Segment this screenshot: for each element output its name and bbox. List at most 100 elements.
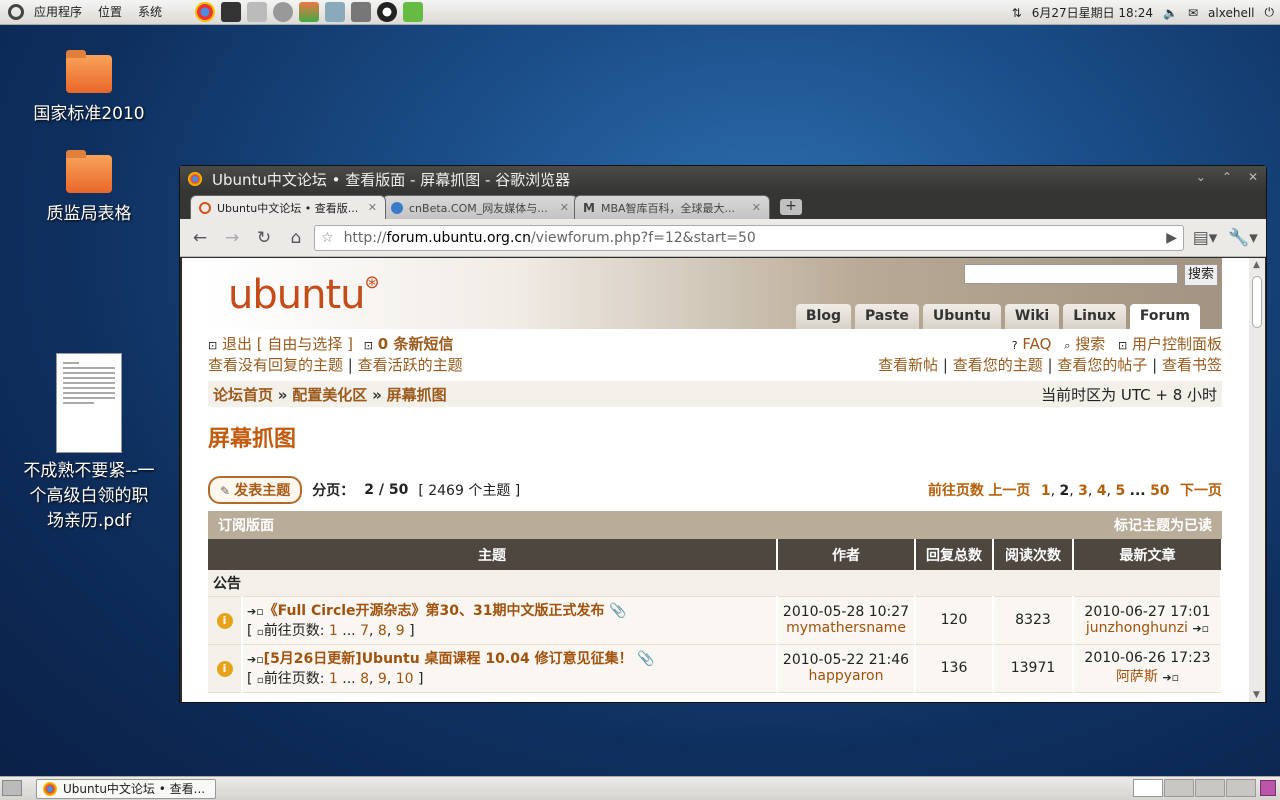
subscribe-link[interactable]: 订阅版面 [218, 515, 274, 535]
ubuntu-menu-icon[interactable] [8, 4, 24, 20]
page-link-5[interactable]: 5 [1115, 483, 1125, 499]
home-icon[interactable]: ⌂ [282, 224, 310, 252]
topic-page-link[interactable]: 10 [396, 671, 414, 687]
scroll-up-icon[interactable]: ▲ [1253, 260, 1260, 270]
page-menu-icon[interactable]: ▤▾ [1188, 224, 1222, 252]
network-icon[interactable]: ⇅ [1012, 6, 1022, 20]
close-icon[interactable]: ✕ [1248, 170, 1258, 184]
back-icon[interactable]: ← [186, 224, 214, 252]
tab-close-icon[interactable]: ✕ [560, 201, 569, 214]
taskbar-item-browser[interactable]: Ubuntu中文论坛 • 查看... [36, 778, 216, 799]
topic-page-link[interactable]: 1 [329, 623, 338, 639]
crumb-category[interactable]: 配置美化区 [292, 386, 367, 404]
crumb-forum[interactable]: 屏幕抓图 [387, 386, 447, 404]
workspace-3[interactable] [1195, 779, 1225, 797]
goto-newest-icon[interactable]: ➔▫ [247, 605, 264, 618]
go-icon[interactable]: ▶ [1166, 230, 1177, 246]
topic-page-link[interactable]: 8 [378, 623, 387, 639]
topic-page-link[interactable]: 9 [378, 671, 387, 687]
topic-title-link[interactable]: [5月26日更新]Ubuntu 桌面课程 10.04 修订意见征集！ [264, 651, 633, 667]
new-posts-link[interactable]: 查看新帖 [878, 356, 938, 374]
topic-page-link[interactable]: 8 [360, 671, 369, 687]
bookmarks-link[interactable]: 查看书签 [1162, 356, 1222, 374]
forum-search-button[interactable]: 搜索 [1184, 264, 1218, 286]
active-topics-link[interactable]: 查看活跃的主题 [358, 356, 463, 374]
monitor-launcher-icon[interactable] [299, 2, 320, 22]
topic-page-link[interactable]: 1 [329, 671, 338, 687]
trash-icon[interactable] [1260, 780, 1276, 796]
page-link-50[interactable]: 50 [1150, 483, 1169, 499]
ubuntu-logo[interactable]: ubuntu⊛ [228, 272, 380, 318]
last-author-link[interactable]: 阿萨斯 [1116, 669, 1158, 685]
page-link-1[interactable]: 1 [1041, 483, 1051, 499]
topic-page-link[interactable]: 9 [396, 623, 405, 639]
page-title[interactable]: 屏幕抓图 [208, 421, 1222, 471]
author-link[interactable]: mymathersname [778, 620, 914, 636]
logout-link[interactable]: 退出 [ 自由与选择 ] [222, 335, 353, 353]
nav-blog[interactable]: Blog [795, 304, 852, 329]
search-link[interactable]: 搜索 [1075, 335, 1105, 353]
workspace-2[interactable] [1164, 779, 1194, 797]
your-topics-link[interactable]: 查看您的主题 [953, 356, 1043, 374]
nav-linux[interactable]: Linux [1063, 304, 1126, 329]
view-latest-icon[interactable]: ➔▫ [1162, 671, 1179, 684]
goto-page-link[interactable]: 前往页数 [928, 483, 984, 499]
desktop-icon-forms[interactable]: 质监局表格 [24, 150, 154, 224]
nav-forum[interactable]: Forum [1129, 304, 1200, 329]
chrome-launcher-icon[interactable] [195, 2, 216, 22]
tab-close-icon[interactable]: ✕ [368, 201, 377, 214]
terminal-launcher-icon[interactable] [221, 2, 242, 22]
new-pm-link[interactable]: 0 条新短信 [378, 335, 454, 353]
next-page-link[interactable]: 下一页 [1180, 483, 1222, 499]
new-topic-button[interactable]: ✎ 发表主题 [208, 476, 303, 504]
show-desktop-icon[interactable] [2, 780, 22, 796]
tab-close-icon[interactable]: ✕ [752, 201, 761, 214]
forward-icon[interactable]: → [218, 224, 246, 252]
ucp-link[interactable]: 用户控制面板 [1132, 335, 1222, 353]
reload-icon[interactable]: ↻ [250, 224, 278, 252]
tab-ubuntu-forum[interactable]: Ubuntu中文论坛 • 查看版... ✕ [190, 195, 386, 219]
mark-read-link[interactable]: 标记主题为已读 [1114, 515, 1212, 535]
window-titlebar[interactable]: Ubuntu中文论坛 • 查看版面 - 屏幕抓图 - 谷歌浏览器 ⌄ ⌃ ✕ [180, 166, 1266, 192]
view-latest-icon[interactable]: ➔▫ [1192, 622, 1209, 635]
star-icon[interactable]: ☆ [321, 230, 334, 246]
menu-system[interactable]: 系统 [130, 0, 170, 25]
app-launcher-icon[interactable] [403, 2, 424, 22]
desktop-icon-pdf[interactable]: 不成熟不要紧--一个高级白领的职场亲历.pdf [22, 353, 156, 534]
clock[interactable]: 6月27日星期日 18:24 [1032, 4, 1153, 21]
mail-icon[interactable]: ✉ [1188, 6, 1198, 20]
crumb-home[interactable]: 论坛首页 [213, 386, 273, 404]
address-bar[interactable]: ☆ http://forum.ubuntu.org.cn/viewforum.p… [314, 224, 1184, 251]
menu-applications[interactable]: 应用程序 [26, 0, 90, 25]
workspace-1[interactable] [1133, 779, 1163, 797]
disk-launcher-icon[interactable] [273, 2, 294, 22]
qq-launcher-icon[interactable] [377, 2, 398, 22]
workspace-4[interactable] [1226, 779, 1256, 797]
power-icon[interactable]: ⏻ [1265, 5, 1275, 20]
workspace-switcher[interactable] [1133, 779, 1256, 797]
desktop-icon-standards[interactable]: 国家标准2010 [24, 50, 154, 124]
page-link-3[interactable]: 3 [1078, 483, 1088, 499]
topic-title-link[interactable]: 《Full Circle开源杂志》第30、31期中文版正式发布 [264, 603, 605, 619]
author-link[interactable]: happyaron [778, 668, 914, 684]
page-link-4[interactable]: 4 [1097, 483, 1107, 499]
unanswered-link[interactable]: 查看没有回复的主题 [208, 356, 343, 374]
nav-ubuntu[interactable]: Ubuntu [922, 304, 1001, 329]
faq-link[interactable]: FAQ [1022, 335, 1051, 353]
forum-search-input[interactable] [964, 264, 1178, 284]
minimize-icon[interactable]: ⌄ [1196, 170, 1206, 184]
nav-wiki[interactable]: Wiki [1004, 304, 1060, 329]
user-menu[interactable]: alxehell [1208, 6, 1254, 20]
prev-page-link[interactable]: 上一页 [988, 483, 1030, 499]
goto-newest-icon[interactable]: ➔▫ [247, 653, 264, 666]
page-scrollbar[interactable]: ▲ ▼ [1249, 258, 1265, 702]
editor-launcher-icon[interactable] [325, 2, 346, 22]
maximize-icon[interactable]: ⌃ [1222, 170, 1232, 184]
your-posts-link[interactable]: 查看您的帖子 [1057, 356, 1147, 374]
scroll-down-icon[interactable]: ▼ [1253, 690, 1260, 700]
scrollbar-thumb[interactable] [1252, 276, 1262, 328]
nav-paste[interactable]: Paste [855, 304, 919, 329]
tab-cnbeta[interactable]: cnBeta.COM_网友媒体与... ✕ [382, 195, 578, 219]
topic-page-link[interactable]: 7 [360, 623, 369, 639]
last-author-link[interactable]: junzhonghunzi [1086, 620, 1188, 636]
